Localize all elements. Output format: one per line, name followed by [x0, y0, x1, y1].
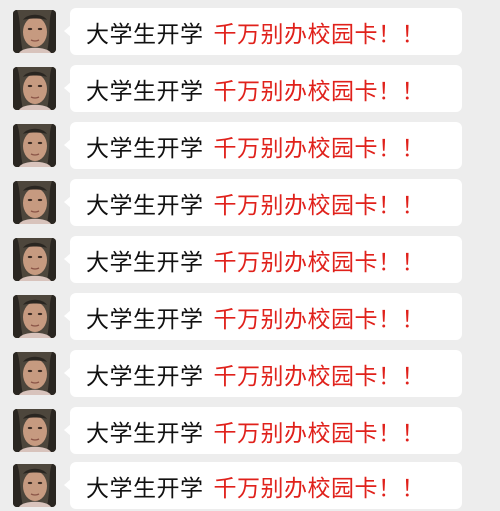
profile-photo-icon: [13, 409, 56, 452]
message-bubble[interactable]: 大学生开学 千万别办校园卡！！: [64, 122, 462, 169]
profile-photo-icon: [13, 352, 56, 395]
message-text: 大学生开学: [86, 306, 204, 333]
message-highlight-text: 千万别办校园卡！！: [213, 192, 425, 219]
avatar[interactable]: [13, 10, 56, 53]
avatar[interactable]: [13, 352, 56, 395]
avatar[interactable]: [13, 67, 56, 110]
profile-photo-icon: [13, 10, 56, 53]
message-text: 大学生开学: [86, 192, 204, 219]
message-highlight-text: 千万别办校园卡！！: [213, 306, 425, 333]
profile-photo-icon: [13, 238, 56, 281]
chat-message: 大学生开学 千万别办校园卡！！: [0, 176, 500, 228]
message-text: 大学生开学: [86, 420, 204, 447]
message-bubble[interactable]: 大学生开学 千万别办校园卡！！: [64, 179, 462, 226]
avatar[interactable]: [13, 238, 56, 281]
message-bubble[interactable]: 大学生开学 千万别办校园卡！！: [64, 462, 462, 509]
message-text: 大学生开学: [86, 475, 204, 502]
chat-message: 大学生开学 千万别办校园卡！！: [0, 233, 500, 285]
avatar[interactable]: [13, 409, 56, 452]
avatar[interactable]: [13, 464, 56, 507]
chat-message: 大学生开学 千万别办校园卡！！: [0, 459, 500, 511]
message-highlight-text: 千万别办校园卡！！: [213, 363, 425, 390]
chat-message: 大学生开学 千万别办校园卡！！: [0, 119, 500, 171]
avatar[interactable]: [13, 295, 56, 338]
message-text: 大学生开学: [86, 135, 204, 162]
profile-photo-icon: [13, 124, 56, 167]
message-bubble[interactable]: 大学生开学 千万别办校园卡！！: [64, 65, 462, 112]
profile-photo-icon: [13, 181, 56, 224]
chat-message: 大学生开学 千万别办校园卡！！: [0, 62, 500, 114]
message-highlight-text: 千万别办校园卡！！: [213, 420, 425, 447]
message-bubble[interactable]: 大学生开学 千万别办校园卡！！: [64, 350, 462, 397]
chat-message: 大学生开学 千万别办校园卡！！: [0, 347, 500, 399]
message-bubble[interactable]: 大学生开学 千万别办校园卡！！: [64, 8, 462, 55]
message-highlight-text: 千万别办校园卡！！: [213, 475, 425, 502]
message-text: 大学生开学: [86, 78, 204, 105]
chat-message: 大学生开学 千万别办校园卡！！: [0, 404, 500, 456]
message-highlight-text: 千万别办校园卡！！: [213, 135, 425, 162]
chat-message: 大学生开学 千万别办校园卡！！: [0, 290, 500, 342]
message-bubble[interactable]: 大学生开学 千万别办校园卡！！: [64, 293, 462, 340]
message-highlight-text: 千万别办校园卡！！: [213, 78, 425, 105]
chat-message: 大学生开学 千万别办校园卡！！: [0, 5, 500, 57]
chat-message-list: 大学生开学 千万别办校园卡！！ 大学生开学 千万别办校园卡！！ 大学生开学 千万…: [0, 0, 500, 511]
profile-photo-icon: [13, 67, 56, 110]
message-bubble[interactable]: 大学生开学 千万别办校园卡！！: [64, 236, 462, 283]
avatar[interactable]: [13, 181, 56, 224]
message-highlight-text: 千万别办校园卡！！: [213, 249, 425, 276]
message-text: 大学生开学: [86, 21, 204, 48]
message-highlight-text: 千万别办校园卡！！: [213, 21, 425, 48]
message-text: 大学生开学: [86, 249, 204, 276]
profile-photo-icon: [13, 295, 56, 338]
message-bubble[interactable]: 大学生开学 千万别办校园卡！！: [64, 407, 462, 454]
avatar[interactable]: [13, 124, 56, 167]
message-text: 大学生开学: [86, 363, 204, 390]
profile-photo-icon: [13, 464, 56, 507]
